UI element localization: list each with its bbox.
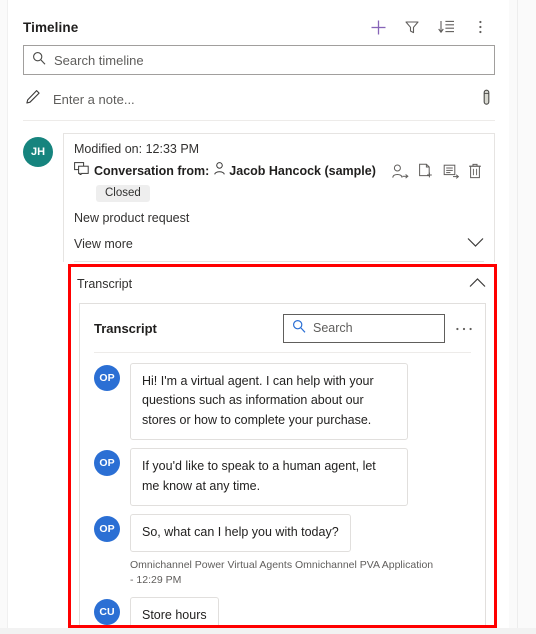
timeline-record: JH Modified on: 12:33 PM Conversation fr… bbox=[23, 133, 495, 262]
avatar: OP bbox=[94, 365, 120, 391]
view-more-row: View more bbox=[74, 235, 484, 262]
transcript-section: Transcript Transcript Search OP Hi! I'm … bbox=[71, 267, 494, 625]
filter-icon bbox=[404, 19, 420, 35]
search-timeline-input[interactable]: Search timeline bbox=[23, 45, 495, 75]
record-actions bbox=[392, 163, 484, 179]
transcript-message-list: OP Hi! I'm a virtual agent. I can help w… bbox=[80, 353, 485, 625]
panel-divider bbox=[517, 0, 518, 634]
more-horizontal-icon[interactable] bbox=[453, 319, 475, 337]
message-bubble: Hi! I'm a virtual agent. I can help with… bbox=[130, 363, 408, 441]
search-icon bbox=[292, 319, 306, 338]
record-modified-on: Modified on: 12:33 PM bbox=[74, 142, 200, 156]
message-content: So, what can I help you with today? Omni… bbox=[130, 513, 475, 589]
message-bubble: So, what can I help you with today? bbox=[130, 513, 351, 553]
search-timeline-placeholder: Search timeline bbox=[54, 52, 144, 68]
sort-button[interactable] bbox=[431, 13, 461, 41]
add-document-icon[interactable] bbox=[418, 163, 434, 179]
page-title: Timeline bbox=[23, 19, 79, 35]
avatar: JH bbox=[23, 137, 53, 167]
record-conversation-line: Conversation from: Jacob Hancock (sample… bbox=[74, 162, 484, 180]
assign-icon[interactable] bbox=[392, 164, 409, 179]
transcript-search-input[interactable]: Search bbox=[283, 313, 445, 343]
avatar: OP bbox=[94, 515, 120, 542]
list-item: OP If you'd like to speak to a human age… bbox=[94, 448, 475, 506]
status-badge: Closed bbox=[96, 185, 150, 202]
avatar: CU bbox=[94, 598, 120, 625]
transcript-search-placeholder: Search bbox=[313, 321, 353, 335]
message-bubble: If you'd like to speak to a human agent,… bbox=[130, 448, 408, 506]
more-commands-button[interactable] bbox=[465, 13, 495, 41]
note-placeholder: Enter a note... bbox=[53, 92, 135, 107]
filter-button[interactable] bbox=[397, 13, 427, 41]
list-item: CU Store hours bbox=[94, 596, 475, 625]
pencil-icon bbox=[25, 89, 41, 110]
chevron-up-icon[interactable] bbox=[469, 275, 486, 293]
add-record-button[interactable] bbox=[363, 13, 393, 41]
avatar: OP bbox=[94, 450, 120, 477]
person-icon bbox=[214, 162, 225, 180]
transcript-card-header: Transcript Search bbox=[80, 304, 485, 352]
conversation-from-label: Conversation from: bbox=[94, 164, 210, 178]
chevron-down-icon[interactable] bbox=[467, 235, 484, 253]
transcript-card: Transcript Search OP Hi! I'm a virtual a… bbox=[79, 303, 486, 625]
delete-icon[interactable] bbox=[468, 163, 482, 179]
record-subject: New product request bbox=[74, 211, 190, 225]
plus-icon bbox=[370, 19, 387, 36]
right-gutter bbox=[509, 0, 536, 634]
transcript-section-label: Transcript bbox=[77, 277, 133, 291]
bottom-gutter bbox=[0, 628, 536, 634]
message-content: If you'd like to speak to a human agent,… bbox=[130, 448, 475, 506]
message-content: Store hours bbox=[130, 596, 475, 625]
conversation-person-link[interactable]: Jacob Hancock (sample) bbox=[229, 164, 376, 178]
sort-descending-icon bbox=[437, 19, 455, 35]
add-note-icon[interactable] bbox=[443, 164, 459, 179]
search-icon bbox=[32, 51, 46, 70]
left-gutter bbox=[0, 0, 8, 634]
timeline-header: Timeline bbox=[23, 0, 495, 42]
timeline-header-actions bbox=[363, 13, 495, 41]
conversation-icon bbox=[74, 162, 89, 180]
message-bubble: Store hours bbox=[130, 596, 219, 625]
paperclip-icon[interactable] bbox=[480, 89, 493, 111]
list-item: OP So, what can I help you with today? O… bbox=[94, 513, 475, 589]
record-body: Modified on: 12:33 PM Conversation from: bbox=[63, 133, 495, 262]
timeline-panel-screen: Timeline Search timeline Enter a note...… bbox=[0, 0, 536, 634]
message-meta: Omnichannel Power Virtual Agents Omnicha… bbox=[130, 559, 434, 587]
message-content: Hi! I'm a virtual agent. I can help with… bbox=[130, 363, 475, 441]
view-more-link[interactable]: View more bbox=[74, 237, 133, 251]
list-item: OP Hi! I'm a virtual agent. I can help w… bbox=[94, 363, 475, 441]
transcript-card-title: Transcript bbox=[94, 320, 157, 336]
transcript-section-header[interactable]: Transcript bbox=[71, 267, 494, 301]
more-vertical-icon bbox=[478, 19, 483, 35]
enter-note-row[interactable]: Enter a note... bbox=[23, 79, 495, 121]
